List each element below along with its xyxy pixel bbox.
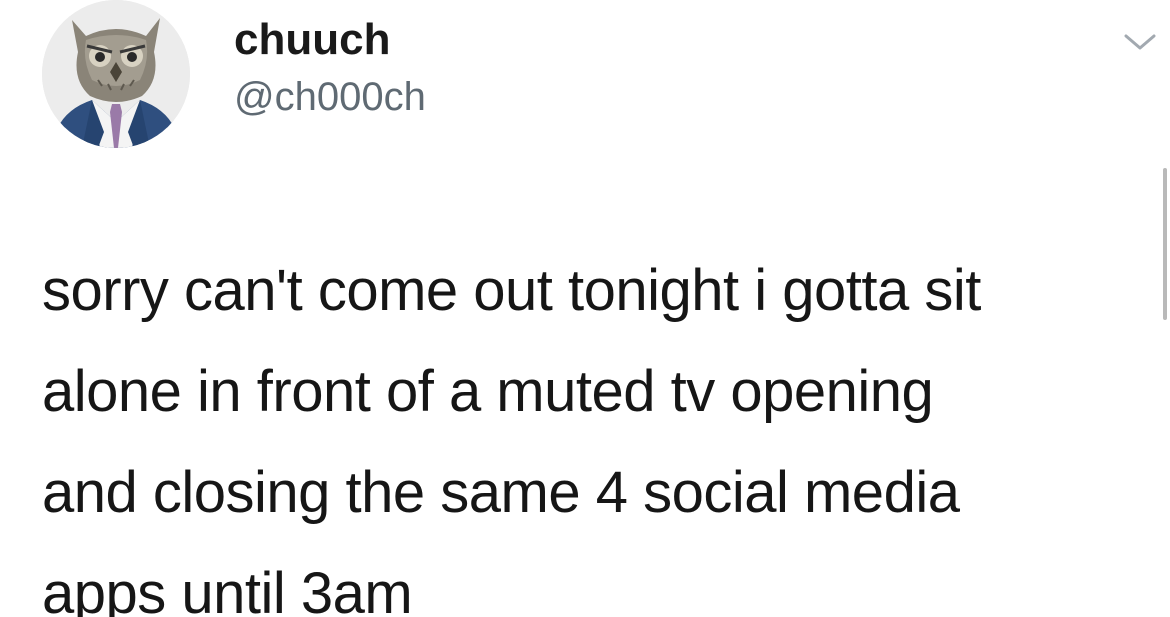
tweet-text-line: apps until 3am (42, 561, 413, 617)
chevron-down-icon (1124, 34, 1156, 50)
tweet-menu-button[interactable] (1120, 26, 1160, 56)
display-name[interactable]: chuuch (234, 14, 390, 66)
tweet-text-line: sorry can't come out tonight i gotta sit (42, 258, 981, 323)
tweet-card: chuuch @ch000ch sorry can't come out ton… (0, 0, 1170, 617)
avatar[interactable] (42, 0, 190, 148)
tweet-text-line: alone in front of a muted tv opening (42, 359, 934, 424)
tweet-text-line: and closing the same 4 social media (42, 460, 960, 525)
tweet-text: sorry can't come out tonight i gotta sit… (42, 240, 1142, 617)
user-handle[interactable]: @ch000ch (234, 72, 426, 122)
owl-avatar-icon (42, 0, 190, 148)
scrollbar[interactable] (1163, 168, 1167, 320)
